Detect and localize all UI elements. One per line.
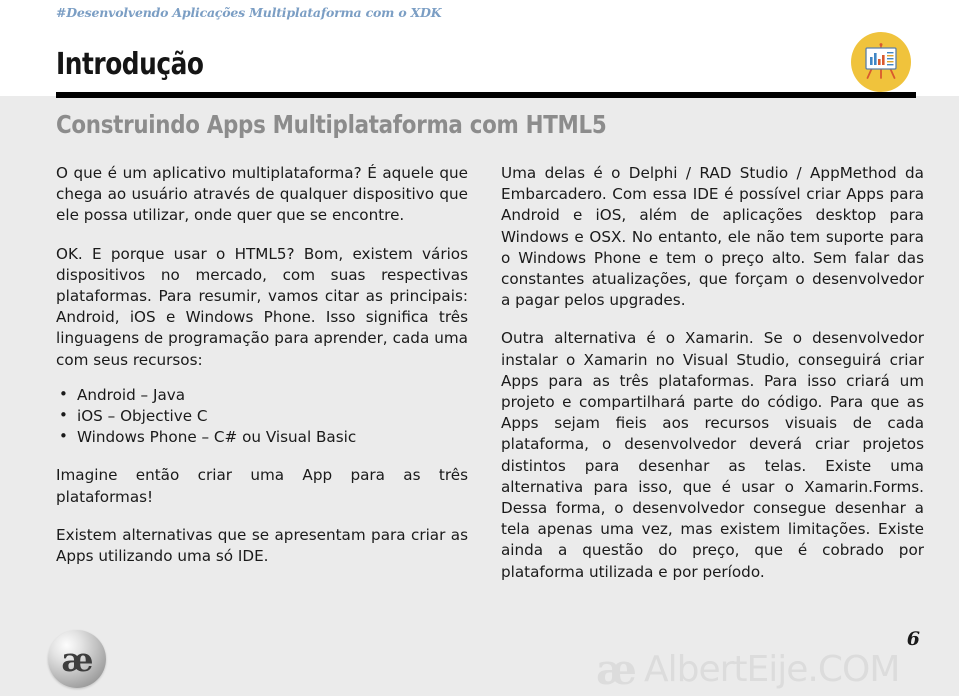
- presentation-chart-icon: [851, 32, 911, 92]
- paragraph: Existem alternativas que se apresentam p…: [56, 525, 468, 566]
- list-item-label: Android – Java: [77, 385, 186, 404]
- list-item: • Android – Java: [56, 385, 468, 406]
- watermark-ae-icon: æ: [596, 644, 637, 694]
- easel-chart-glyph: [865, 43, 897, 79]
- left-column: O que é um aplicativo multiplataforma? É…: [56, 163, 468, 567]
- bullet-marker-icon: •: [59, 384, 68, 403]
- title-divider-rule: [56, 92, 916, 98]
- list-item: • Windows Phone – C# ou Visual Basic: [56, 427, 468, 448]
- list-item: • iOS – Objective C: [56, 406, 468, 427]
- footer-logo-glyph: æ: [61, 639, 93, 679]
- section-subtitle: Construindo Apps Multiplataforma com HTM…: [56, 110, 607, 139]
- ae-monogram-icon: æ: [48, 630, 106, 688]
- bullet-marker-icon: •: [59, 427, 68, 446]
- site-watermark: æ AlbertEije.COM: [596, 643, 959, 696]
- bullet-marker-icon: •: [59, 406, 68, 425]
- paragraph: Imagine então criar uma App para as três…: [56, 466, 468, 506]
- paragraph: Uma delas é o Delphi / RAD Studio / AppM…: [501, 164, 924, 310]
- platform-language-list: • Android – Java • iOS – Objective C • W…: [56, 385, 468, 449]
- header-kicker: #Desenvolvendo Aplicações Multiplataform…: [56, 5, 442, 20]
- list-item-label: Windows Phone – C# ou Visual Basic: [77, 428, 357, 447]
- paragraph: OK. E porque usar o HTML5? Bom, existem …: [56, 244, 468, 369]
- page-title: Introdução: [56, 47, 204, 82]
- right-column: Uma delas é o Delphi / RAD Studio / AppM…: [501, 163, 924, 583]
- paragraph: O que é um aplicativo multiplataforma? É…: [56, 164, 468, 225]
- paragraph: Outra alternativa é o Xamarin. Se o dese…: [501, 329, 924, 581]
- page-number: 6: [906, 628, 920, 650]
- watermark-label: AlbertEije.COM: [643, 648, 900, 690]
- list-item-label: iOS – Objective C: [77, 407, 208, 426]
